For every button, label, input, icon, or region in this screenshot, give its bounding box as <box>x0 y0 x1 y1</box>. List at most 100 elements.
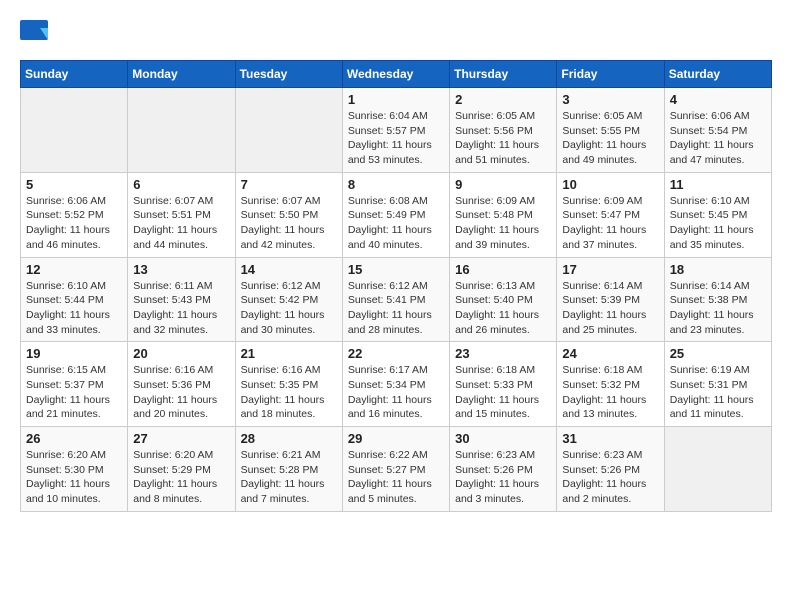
day-cell: 23 Sunrise: 6:18 AM Sunset: 5:33 PM Dayli… <box>450 342 557 427</box>
header-cell-tuesday: Tuesday <box>235 61 342 88</box>
day-cell: 17 Sunrise: 6:14 AM Sunset: 5:39 PM Dayli… <box>557 257 664 342</box>
day-number: 31 <box>562 431 658 446</box>
day-info: Sunrise: 6:18 AM Sunset: 5:33 PM Dayligh… <box>455 363 551 422</box>
header-cell-sunday: Sunday <box>21 61 128 88</box>
day-number: 14 <box>241 262 337 277</box>
day-cell <box>664 427 771 512</box>
day-info: Sunrise: 6:19 AM Sunset: 5:31 PM Dayligh… <box>670 363 766 422</box>
day-cell: 8 Sunrise: 6:08 AM Sunset: 5:49 PM Daylig… <box>342 172 449 257</box>
day-info: Sunrise: 6:13 AM Sunset: 5:40 PM Dayligh… <box>455 279 551 338</box>
header-cell-saturday: Saturday <box>664 61 771 88</box>
day-cell: 27Sunrise: 6:20 AM Sunset: 5:29 PM Dayli… <box>128 427 235 512</box>
day-cell: 18 Sunrise: 6:14 AM Sunset: 5:38 PM Dayli… <box>664 257 771 342</box>
day-number: 9 <box>455 177 551 192</box>
header-cell-friday: Friday <box>557 61 664 88</box>
day-info: Sunrise: 6:06 AM Sunset: 5:52 PM Dayligh… <box>26 194 122 253</box>
day-number: 12 <box>26 262 122 277</box>
day-number: 24 <box>562 346 658 361</box>
day-info: Sunrise: 6:06 AM Sunset: 5:54 PM Dayligh… <box>670 109 766 168</box>
week-row-1: 1 Sunrise: 6:04 AM Sunset: 5:57 PM Daylig… <box>21 88 772 173</box>
day-info: Sunrise: 6:11 AM Sunset: 5:43 PM Dayligh… <box>133 279 229 338</box>
day-cell <box>21 88 128 173</box>
day-number: 1 <box>348 92 444 107</box>
day-info: Sunrise: 6:23 AM Sunset: 5:26 PM Dayligh… <box>455 448 551 507</box>
day-cell: 28 Sunrise: 6:21 AM Sunset: 5:28 PM Dayli… <box>235 427 342 512</box>
day-number: 13 <box>133 262 229 277</box>
day-info: Sunrise: 6:14 AM Sunset: 5:39 PM Dayligh… <box>562 279 658 338</box>
day-number: 3 <box>562 92 658 107</box>
day-number: 11 <box>670 177 766 192</box>
day-number: 10 <box>562 177 658 192</box>
day-cell: 29 Sunrise: 6:22 AM Sunset: 5:27 PM Dayli… <box>342 427 449 512</box>
day-info: Sunrise: 6:12 AM Sunset: 5:41 PM Dayligh… <box>348 279 444 338</box>
day-cell: 26Sunrise: 6:20 AM Sunset: 5:30 PM Dayli… <box>21 427 128 512</box>
day-number: 28 <box>241 431 337 446</box>
day-cell: 25Sunrise: 6:19 AM Sunset: 5:31 PM Dayli… <box>664 342 771 427</box>
day-cell: 2Sunrise: 6:05 AM Sunset: 5:56 PM Daylig… <box>450 88 557 173</box>
day-number: 7 <box>241 177 337 192</box>
logo-icon <box>20 20 50 50</box>
day-info: Sunrise: 6:09 AM Sunset: 5:48 PM Dayligh… <box>455 194 551 253</box>
day-cell: 12 Sunrise: 6:10 AM Sunset: 5:44 PM Dayli… <box>21 257 128 342</box>
day-cell: 20 Sunrise: 6:16 AM Sunset: 5:36 PM Dayli… <box>128 342 235 427</box>
day-info: Sunrise: 6:21 AM Sunset: 5:28 PM Dayligh… <box>241 448 337 507</box>
day-info: Sunrise: 6:07 AM Sunset: 5:50 PM Dayligh… <box>241 194 337 253</box>
day-cell <box>235 88 342 173</box>
day-info: Sunrise: 6:14 AM Sunset: 5:38 PM Dayligh… <box>670 279 766 338</box>
day-cell: 1 Sunrise: 6:04 AM Sunset: 5:57 PM Daylig… <box>342 88 449 173</box>
day-cell: 11 Sunrise: 6:10 AM Sunset: 5:45 PM Dayli… <box>664 172 771 257</box>
day-info: Sunrise: 6:16 AM Sunset: 5:35 PM Dayligh… <box>241 363 337 422</box>
day-number: 17 <box>562 262 658 277</box>
day-info: Sunrise: 6:18 AM Sunset: 5:32 PM Dayligh… <box>562 363 658 422</box>
day-info: Sunrise: 6:05 AM Sunset: 5:56 PM Dayligh… <box>455 109 551 168</box>
day-number: 22 <box>348 346 444 361</box>
day-info: Sunrise: 6:04 AM Sunset: 5:57 PM Dayligh… <box>348 109 444 168</box>
day-cell: 24 Sunrise: 6:18 AM Sunset: 5:32 PM Dayli… <box>557 342 664 427</box>
day-number: 21 <box>241 346 337 361</box>
day-info: Sunrise: 6:22 AM Sunset: 5:27 PM Dayligh… <box>348 448 444 507</box>
day-number: 4 <box>670 92 766 107</box>
day-cell: 3 Sunrise: 6:05 AM Sunset: 5:55 PM Daylig… <box>557 88 664 173</box>
day-cell: 10Sunrise: 6:09 AM Sunset: 5:47 PM Dayli… <box>557 172 664 257</box>
day-cell: 16 Sunrise: 6:13 AM Sunset: 5:40 PM Dayli… <box>450 257 557 342</box>
day-cell: 22 Sunrise: 6:17 AM Sunset: 5:34 PM Dayli… <box>342 342 449 427</box>
day-number: 8 <box>348 177 444 192</box>
calendar-table: SundayMondayTuesdayWednesdayThursdayFrid… <box>20 60 772 512</box>
day-cell: 5Sunrise: 6:06 AM Sunset: 5:52 PM Daylig… <box>21 172 128 257</box>
day-info: Sunrise: 6:23 AM Sunset: 5:26 PM Dayligh… <box>562 448 658 507</box>
day-number: 6 <box>133 177 229 192</box>
day-cell <box>128 88 235 173</box>
day-number: 20 <box>133 346 229 361</box>
day-number: 15 <box>348 262 444 277</box>
day-number: 30 <box>455 431 551 446</box>
header-row: SundayMondayTuesdayWednesdayThursdayFrid… <box>21 61 772 88</box>
day-info: Sunrise: 6:08 AM Sunset: 5:49 PM Dayligh… <box>348 194 444 253</box>
header-cell-monday: Monday <box>128 61 235 88</box>
day-info: Sunrise: 6:16 AM Sunset: 5:36 PM Dayligh… <box>133 363 229 422</box>
day-number: 19 <box>26 346 122 361</box>
day-cell: 21 Sunrise: 6:16 AM Sunset: 5:35 PM Dayli… <box>235 342 342 427</box>
week-row-5: 26Sunrise: 6:20 AM Sunset: 5:30 PM Dayli… <box>21 427 772 512</box>
day-cell: 15 Sunrise: 6:12 AM Sunset: 5:41 PM Dayli… <box>342 257 449 342</box>
day-info: Sunrise: 6:10 AM Sunset: 5:45 PM Dayligh… <box>670 194 766 253</box>
day-info: Sunrise: 6:17 AM Sunset: 5:34 PM Dayligh… <box>348 363 444 422</box>
day-cell: 30 Sunrise: 6:23 AM Sunset: 5:26 PM Dayli… <box>450 427 557 512</box>
day-info: Sunrise: 6:12 AM Sunset: 5:42 PM Dayligh… <box>241 279 337 338</box>
calendar-header: SundayMondayTuesdayWednesdayThursdayFrid… <box>21 61 772 88</box>
day-cell: 4 Sunrise: 6:06 AM Sunset: 5:54 PM Daylig… <box>664 88 771 173</box>
week-row-3: 12 Sunrise: 6:10 AM Sunset: 5:44 PM Dayli… <box>21 257 772 342</box>
day-number: 23 <box>455 346 551 361</box>
day-info: Sunrise: 6:20 AM Sunset: 5:29 PM Dayligh… <box>133 448 229 507</box>
week-row-2: 5Sunrise: 6:06 AM Sunset: 5:52 PM Daylig… <box>21 172 772 257</box>
day-cell: 14 Sunrise: 6:12 AM Sunset: 5:42 PM Dayli… <box>235 257 342 342</box>
page-header <box>20 20 772 50</box>
day-number: 18 <box>670 262 766 277</box>
day-info: Sunrise: 6:15 AM Sunset: 5:37 PM Dayligh… <box>26 363 122 422</box>
day-cell: 9 Sunrise: 6:09 AM Sunset: 5:48 PM Daylig… <box>450 172 557 257</box>
day-number: 16 <box>455 262 551 277</box>
day-info: Sunrise: 6:10 AM Sunset: 5:44 PM Dayligh… <box>26 279 122 338</box>
header-cell-wednesday: Wednesday <box>342 61 449 88</box>
logo <box>20 20 54 50</box>
day-info: Sunrise: 6:05 AM Sunset: 5:55 PM Dayligh… <box>562 109 658 168</box>
day-number: 29 <box>348 431 444 446</box>
